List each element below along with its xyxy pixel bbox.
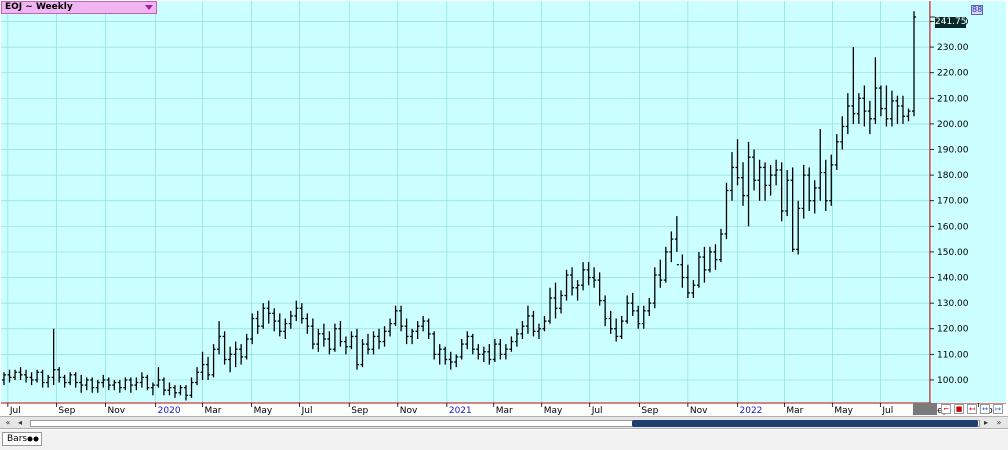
scroll-right-icon[interactable]: ↔ <box>980 404 990 414</box>
price-tick-label: 220.00 <box>937 69 969 79</box>
price-tick-label: 160.00 <box>937 222 969 232</box>
time-tick-label: May <box>834 406 853 416</box>
time-tick-label: 2021 <box>449 406 472 416</box>
time-tick-label: 2020 <box>158 406 181 416</box>
time-tick-label: Nov <box>690 406 708 416</box>
price-tick-label: 210.00 <box>937 94 969 104</box>
dropdown-arrow-icon[interactable] <box>145 5 153 10</box>
price-tick-label: 180.00 <box>937 171 969 181</box>
plot-background <box>1 1 930 403</box>
price-tick-label: 230.00 <box>937 43 969 53</box>
time-tick-label: Nov <box>400 406 418 416</box>
time-tick-label: May <box>254 406 273 416</box>
scroll-first-icon[interactable]: « <box>2 418 14 428</box>
zoom-in-icon[interactable]: ■ <box>954 404 964 414</box>
time-tick-label: Mar <box>496 406 513 416</box>
price-tick-label: 120.00 <box>937 325 969 335</box>
chain-link-icon <box>27 436 39 442</box>
time-tick-label: Sep <box>641 406 658 416</box>
price-tick-label: 200.00 <box>937 120 969 130</box>
time-tick-label: Mar <box>786 406 803 416</box>
scroll-prev-icon[interactable]: ◂ <box>14 418 26 428</box>
price-tick-label: 190.00 <box>937 146 969 156</box>
chart-title: EOJ ~ Weekly <box>5 2 73 12</box>
price-tick-label: 170.00 <box>937 197 969 207</box>
time-tick-label: Jul <box>591 406 603 416</box>
time-tick-label: 2022 <box>740 406 763 416</box>
scale-icon[interactable]: 88 <box>971 5 983 15</box>
time-tick-label: Mar <box>205 406 222 416</box>
chart-title-dropdown[interactable]: EOJ ~ Weekly <box>1 1 157 14</box>
time-tick-label: Sep <box>58 406 75 416</box>
price-tick-label: 100.00 <box>937 376 969 386</box>
price-tick-label: 150.00 <box>937 248 969 258</box>
time-tick-label: Jul <box>881 406 893 416</box>
bars-tab-label: Bars <box>7 434 28 444</box>
bars-tab[interactable]: Bars <box>2 432 42 446</box>
status-bar: Bars <box>0 430 1008 450</box>
price-tick-label: 130.00 <box>937 299 969 309</box>
time-tick-label: Jul <box>301 406 313 416</box>
chart-frame: 100.00 110.00 120.00 130.00 140.00 150.00 160.… <box>0 0 1008 450</box>
price-tick-label: 110.00 <box>937 350 969 360</box>
last-price-badge: 241.75 <box>935 17 967 28</box>
zoom-out-icon[interactable]: ⌐ <box>941 404 951 414</box>
price-chart: 100.00 110.00 120.00 130.00 140.00 150.00 160.… <box>1 1 1006 416</box>
time-scrollbar[interactable]: « ◂ ▸ » <box>0 416 1008 429</box>
time-axis-grey-block <box>913 403 937 415</box>
scroll-left-end-icon[interactable]: ↤ <box>967 404 977 414</box>
time-tick-label: Jul <box>9 406 21 416</box>
time-axis-labels: Jul Sep Nov 2020 Mar May Jul Sep Nov 2021 Mar May Ju… <box>7 403 999 416</box>
scroll-thumb[interactable] <box>632 420 978 427</box>
time-tick-label: Nov <box>107 406 125 416</box>
time-tick-label: Sep <box>351 406 368 416</box>
scroll-end-icon[interactable]: ↦ <box>993 404 1003 414</box>
time-tick-label: May <box>544 406 563 416</box>
scroll-next-icon[interactable]: ▸ <box>980 418 992 428</box>
price-tick-label: 140.00 <box>937 274 969 284</box>
scroll-last-icon[interactable]: » <box>993 418 1005 428</box>
